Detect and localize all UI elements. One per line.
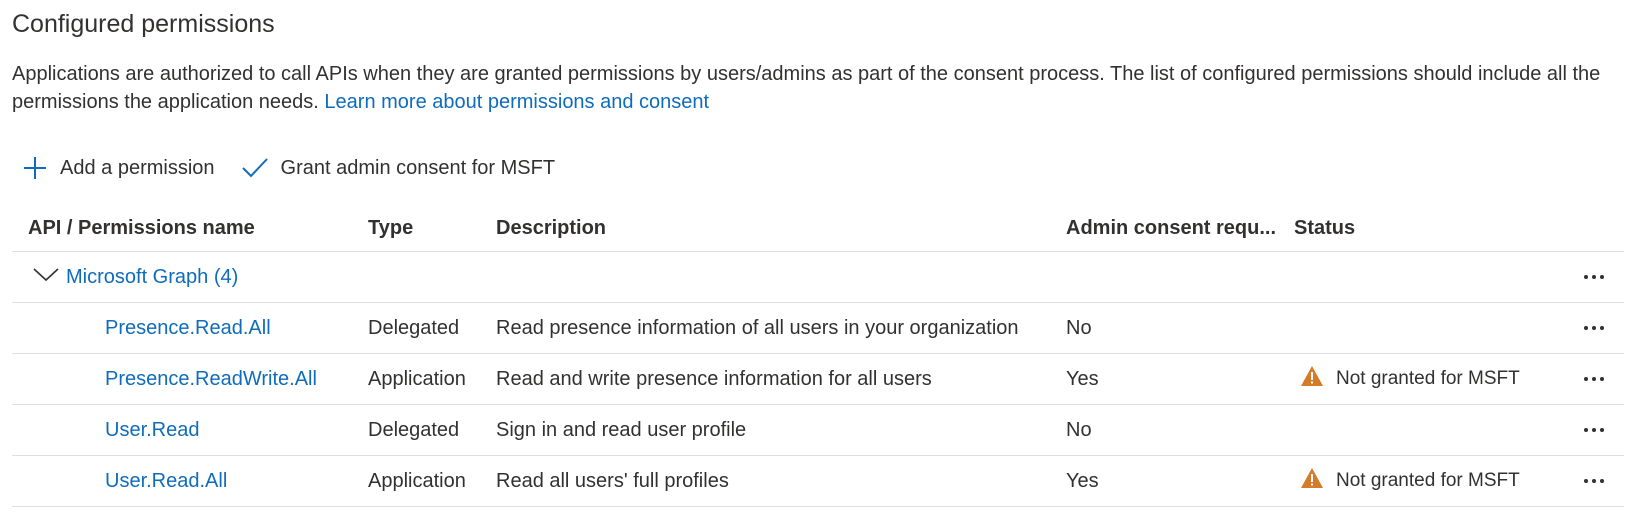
grant-admin-consent-label: Grant admin consent for MSFT [280, 156, 556, 179]
admin-consent-required: No [1066, 316, 1092, 339]
add-permission-label: Add a permission [60, 156, 215, 179]
group-label[interactable]: Microsoft Graph (4) [66, 266, 238, 289]
status-cell: Not granted for MSFT [1294, 467, 1564, 495]
table-row: Presence.ReadWrite.All Application Read … [12, 354, 1624, 405]
admin-consent-required: Yes [1066, 367, 1099, 390]
table-row: User.Read.All Application Read all users… [12, 456, 1624, 507]
permission-description: Read presence information of all users i… [496, 316, 1019, 339]
permission-name-link[interactable]: Presence.ReadWrite.All [105, 368, 317, 390]
permission-type: Application [368, 469, 466, 492]
check-icon [241, 156, 269, 180]
column-header-type[interactable]: Type [368, 217, 496, 240]
table-header: API / Permissions name Type Description … [12, 206, 1624, 252]
toolbar: Add a permission Grant admin consent for… [22, 150, 555, 186]
plus-icon [22, 155, 48, 181]
intro-text: Applications are authorized to call APIs… [12, 63, 1601, 113]
intro-paragraph: Applications are authorized to call APIs… [12, 60, 1624, 116]
permission-name-link[interactable]: User.Read [105, 419, 200, 441]
permission-description: Read and write presence information for … [496, 367, 932, 390]
column-header-name[interactable]: API / Permissions name [12, 217, 368, 240]
more-icon[interactable] [1564, 275, 1624, 279]
column-header-status[interactable]: Status [1294, 217, 1624, 240]
permissions-table: API / Permissions name Type Description … [12, 206, 1624, 507]
column-header-admin-consent[interactable]: Admin consent requ... [1066, 217, 1294, 240]
grant-admin-consent-button[interactable]: Grant admin consent for MSFT [241, 156, 556, 180]
add-permission-button[interactable]: Add a permission [22, 155, 215, 181]
permission-description: Sign in and read user profile [496, 418, 747, 441]
configured-permissions-page: Configured permissions Applications are … [0, 0, 1636, 514]
more-icon[interactable] [1564, 479, 1624, 483]
table-row: User.Read Delegated Sign in and read use… [12, 405, 1624, 456]
permission-type: Delegated [368, 418, 460, 441]
permission-type: Application [368, 367, 466, 390]
permission-name-link[interactable]: User.Read.All [105, 470, 227, 492]
status-cell: Not granted for MSFT [1294, 365, 1564, 393]
more-icon[interactable] [1564, 326, 1624, 330]
learn-more-link[interactable]: Learn more about permissions and consent [324, 91, 709, 113]
more-icon[interactable] [1564, 428, 1624, 432]
permission-name-link[interactable]: Presence.Read.All [105, 317, 271, 339]
table-row: Presence.Read.All Delegated Read presenc… [12, 303, 1624, 354]
admin-consent-required: No [1066, 418, 1092, 441]
status-text: Not granted for MSFT [1336, 470, 1520, 491]
status-text: Not granted for MSFT [1336, 368, 1520, 389]
chevron-down-icon[interactable] [32, 265, 60, 289]
column-header-description[interactable]: Description [496, 217, 1066, 240]
group-row-microsoft-graph: Microsoft Graph (4) [12, 252, 1624, 303]
more-icon[interactable] [1564, 377, 1624, 381]
page-title: Configured permissions [12, 10, 275, 38]
group-toggle[interactable]: Microsoft Graph (4) [12, 265, 1564, 289]
warning-icon [1300, 365, 1324, 393]
permission-description: Read all users' full profiles [496, 469, 729, 492]
permission-type: Delegated [368, 316, 460, 339]
warning-icon [1300, 467, 1324, 495]
admin-consent-required: Yes [1066, 469, 1099, 492]
